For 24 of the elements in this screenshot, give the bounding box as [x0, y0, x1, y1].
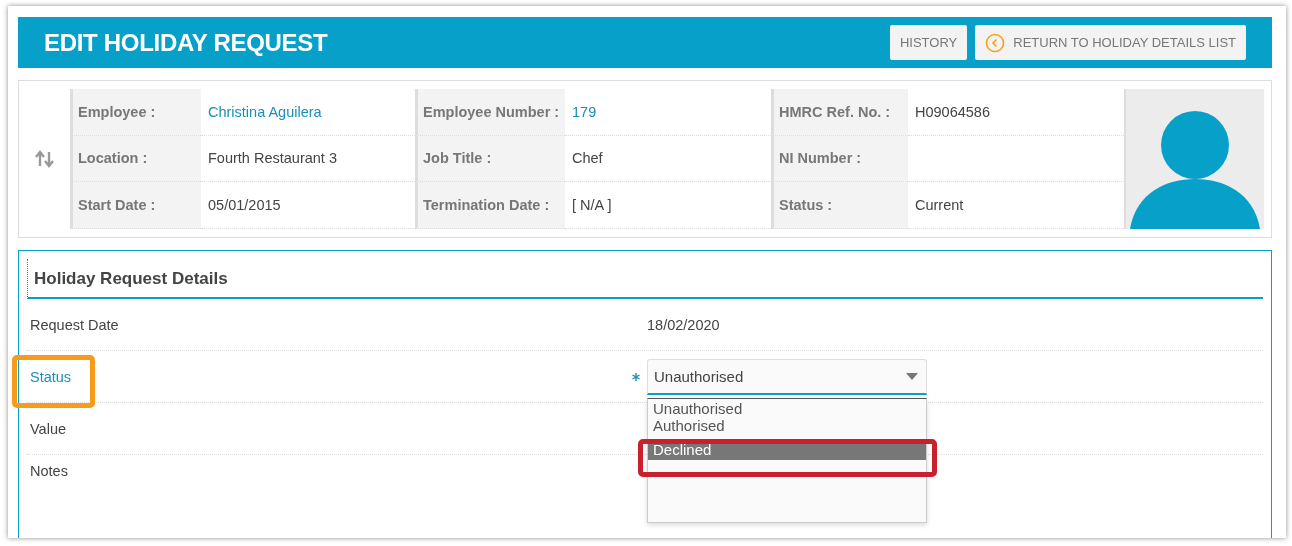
field-label: Job Title : — [415, 135, 565, 183]
dropdown-option[interactable]: Unauthorised — [648, 399, 926, 417]
field-label: NI Number : — [771, 135, 908, 183]
field-value: 18/02/2020 — [647, 316, 720, 333]
section-title: Holiday Request Details — [27, 259, 1263, 299]
field-label: Start Date : — [70, 182, 201, 229]
dropdown-option[interactable]: Authorised — [648, 416, 926, 434]
history-button[interactable]: HISTORY — [889, 25, 968, 60]
caret-icon — [906, 372, 918, 380]
field-label: Location : — [70, 135, 201, 183]
field-label: Employee Number : — [415, 89, 565, 136]
swap-icon — [35, 149, 54, 169]
page-title: EDIT HOLIDAY REQUEST — [44, 28, 328, 57]
field-label: Value — [30, 420, 66, 437]
field-label: Termination Date : — [415, 182, 565, 229]
status-dropdown[interactable]: Unauthorised — [647, 358, 927, 395]
field-label: Status : — [771, 182, 908, 229]
field-label: Status — [30, 368, 72, 385]
return-button[interactable]: RETURN TO HOLIDAY DETAILS LIST — [975, 25, 1246, 60]
field-label: Employee : — [70, 89, 201, 136]
field-label: Request Date — [30, 316, 119, 333]
field-label: Notes — [30, 463, 68, 479]
back-icon — [985, 32, 1006, 53]
field-label: HMRC Ref. No. : — [771, 89, 908, 136]
